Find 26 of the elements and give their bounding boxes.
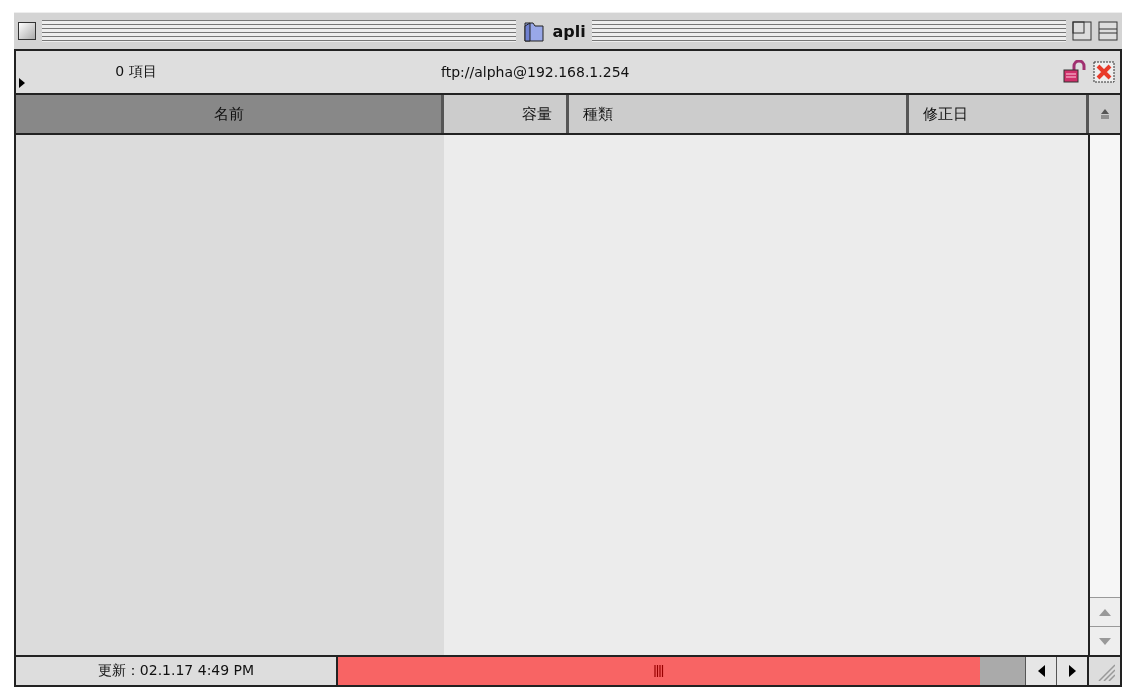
column-header[interactable]: 種類 — [569, 95, 909, 133]
column-header[interactable]: 容量 — [444, 95, 569, 133]
unlock-icon[interactable] — [1062, 60, 1088, 84]
column-header[interactable]: 修正日 — [909, 95, 1089, 133]
scroll-right-button[interactable] — [1056, 657, 1087, 685]
location-path: ftp://alpha@192.168.1.254 — [440, 64, 631, 80]
title-bar-stripes[interactable] — [42, 20, 517, 42]
collapse-box[interactable] — [1098, 21, 1118, 41]
window-title: apli — [552, 21, 586, 41]
right-arrow-icon — [1068, 665, 1076, 677]
scroll-thumb[interactable] — [338, 657, 980, 685]
close-box[interactable] — [18, 22, 36, 40]
scroll-left-button[interactable] — [1025, 657, 1056, 685]
disconnect-icon[interactable] — [1092, 60, 1116, 84]
title-bar-stripes[interactable] — [591, 20, 1066, 42]
up-arrow-icon — [1099, 608, 1111, 616]
column-header[interactable]: 名前 — [16, 95, 444, 133]
down-arrow-icon — [1099, 637, 1111, 645]
zoom-box[interactable] — [1072, 21, 1092, 41]
grip-icon — [654, 665, 664, 677]
item-count: 0 項目 — [114, 63, 158, 81]
left-arrow-icon — [1037, 665, 1045, 677]
scroll-up-button[interactable] — [1090, 597, 1120, 626]
sort-order-icon[interactable] — [1099, 109, 1110, 119]
disclosure-triangle[interactable] — [18, 78, 26, 88]
folder-icon — [522, 19, 547, 43]
